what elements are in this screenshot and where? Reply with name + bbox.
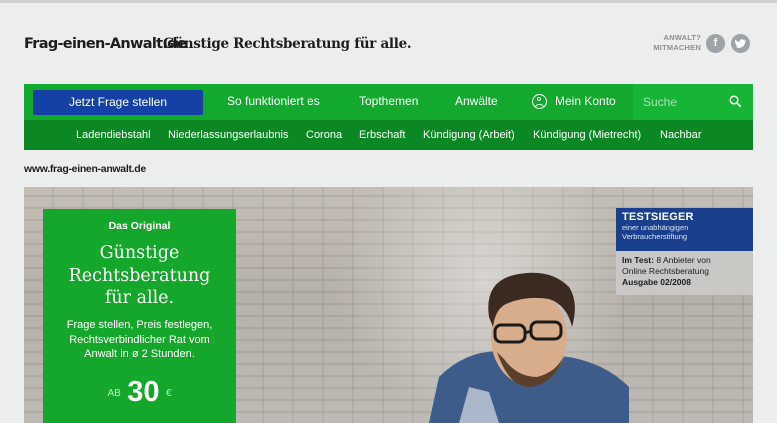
test-line-1-rest: 8 Anbieter von xyxy=(653,255,711,265)
price-value: 30 xyxy=(127,376,160,408)
site-logo[interactable]: Frag-einen-Anwalt.de xyxy=(24,36,187,52)
hero-title: Günstige Rechtsberatung für alle. xyxy=(43,242,236,310)
test-winner-details: Im Test: 8 Anbieter von Online Rechtsber… xyxy=(616,251,753,295)
test-winner-header: TESTSIEGER einer unabhängigen Verbrauche… xyxy=(616,208,753,251)
hero-person-photo xyxy=(429,272,629,423)
nav-my-account[interactable]: Mein Konto xyxy=(555,94,616,108)
hero-desc-line: Anwalt in ø 2 Stunden. xyxy=(84,348,195,360)
test-line-1: Im Test: 8 Anbieter von xyxy=(622,255,747,266)
hero-title-line: Günstige xyxy=(99,243,180,263)
price-currency: € xyxy=(165,388,172,399)
nav-lawyers[interactable]: Anwälte xyxy=(455,94,498,108)
twitter-icon[interactable] xyxy=(731,34,750,53)
price-prefix: AB xyxy=(107,388,121,399)
topic-nachbar[interactable]: Nachbar xyxy=(660,129,702,141)
offer-card: Das Original Günstige Rechtsberatung für… xyxy=(43,209,236,423)
facebook-icon[interactable]: f xyxy=(706,34,725,53)
main-navigation: Jetzt Frage stellen So funktioniert es T… xyxy=(24,84,753,120)
user-icon[interactable] xyxy=(532,94,547,109)
price-tag: AB 30 € xyxy=(43,376,236,409)
test-winner-sub-1: einer unabhängigen xyxy=(622,223,689,232)
topic-kuendigung-mietrecht[interactable]: Kündigung (Mietrecht) xyxy=(533,129,641,141)
topic-ladendiebstahl[interactable]: Ladendiebstahl xyxy=(76,129,151,141)
test-line-2: Online Rechtsberatung xyxy=(622,266,709,276)
top-border xyxy=(0,0,777,3)
hero-desc-line: Frage stellen, Preis festlegen, xyxy=(66,319,213,331)
join-line-1: ANWALT? xyxy=(663,33,701,42)
nav-top-topics[interactable]: Topthemen xyxy=(359,94,418,108)
search-box xyxy=(633,84,753,120)
hero-title-line: Rechtsberatung xyxy=(68,265,211,286)
test-winner-badge[interactable]: TESTSIEGER einer unabhängigen Verbrauche… xyxy=(616,208,753,295)
ask-question-button[interactable]: Jetzt Frage stellen xyxy=(33,90,203,115)
test-line-3: Ausgabe 02/2008 xyxy=(622,277,691,287)
twitter-bird-glyph xyxy=(734,39,747,48)
topic-navigation: Ladendiebstahl Niederlassungserlaubnis C… xyxy=(24,120,753,150)
hero-description: Frage stellen, Preis festlegen, Rechtsve… xyxy=(43,318,236,362)
test-winner-sub-2: Verbraucherstiftung xyxy=(622,232,688,241)
nav-how-it-works[interactable]: So funktioniert es xyxy=(227,94,320,108)
site-header: Frag-einen-Anwalt.de Günstige Rechtsbera… xyxy=(24,28,753,68)
site-url-label: www.frag-einen-anwalt.de xyxy=(24,163,146,175)
topic-kuendigung-arbeit[interactable]: Kündigung (Arbeit) xyxy=(423,129,515,141)
hero-title-line: für alle. xyxy=(104,288,175,308)
hero-desc-line: Rechtsverbindlicher Rat vom xyxy=(69,333,210,346)
topic-erbschaft[interactable]: Erbschaft xyxy=(359,129,405,141)
join-line-2: MITMACHEN xyxy=(653,43,701,52)
original-badge: Das Original xyxy=(108,220,171,232)
hero-banner: Das Original Günstige Rechtsberatung für… xyxy=(24,187,753,423)
search-input[interactable] xyxy=(643,94,723,110)
test-line-1-bold: Im Test: xyxy=(622,255,654,265)
site-tagline: Günstige Rechtsberatung für alle. xyxy=(163,36,412,52)
topic-niederlassungserlaubnis[interactable]: Niederlassungserlaubnis xyxy=(168,129,288,141)
search-icon[interactable] xyxy=(729,95,741,107)
topic-corona[interactable]: Corona xyxy=(306,129,342,141)
test-winner-title: TESTSIEGER xyxy=(622,211,694,223)
lawyer-join-link[interactable]: ANWALT? MITMACHEN xyxy=(653,33,701,53)
